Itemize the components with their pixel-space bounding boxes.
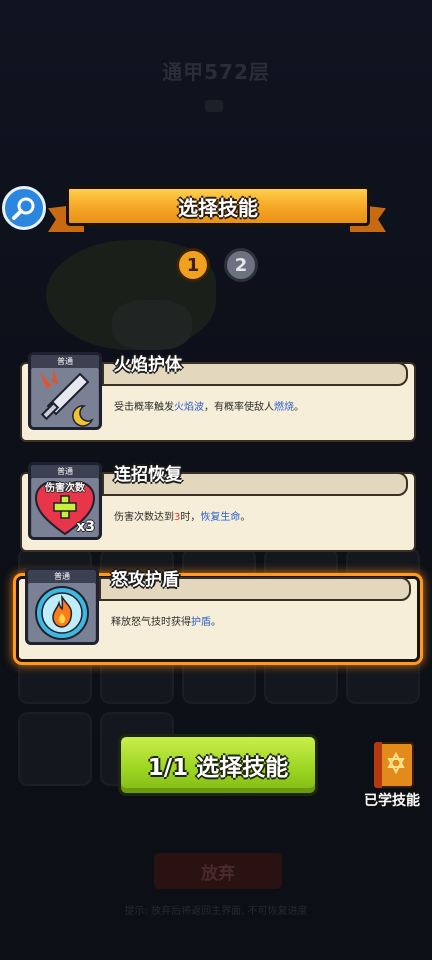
skill-card[interactable]: 普通 火焰护体 受击概率触发火焰波，有概率使敌人燃烧。 [20,352,416,442]
skill-description: 受击概率触发火焰波，有概率使敌人燃烧。 [114,402,304,413]
confirm-select-skill-button[interactable]: 1/1 选择技能 [118,734,318,796]
skill-description: 释放怒气技时获得护盾。 [111,617,221,628]
combo-count-badge: x3 [76,519,95,535]
floor-indicator [205,100,223,112]
skill-name: 怒攻护盾 [111,570,179,590]
skill-name: 火焰护体 [114,355,182,375]
page-indicator-1[interactable]: 1 [176,248,210,282]
page-indicator-2[interactable]: 2 [224,248,258,282]
flame-shield-icon [29,583,95,642]
skill-select-title: 选择技能 [66,186,370,226]
creature-silhouette [112,300,192,350]
icon-caption: 伤害次数 [45,483,85,494]
skill-description: 伤害次数达到3时，恢复生命。 [114,512,251,523]
learned-skills-label[interactable]: 已学技能 [352,790,432,810]
rarity-tag: 普通 [28,570,96,584]
quit-button: 放弃 [154,853,282,889]
rarity-tag: 普通 [31,465,99,479]
floor-title: 通甲572层 [162,60,270,84]
skill-icon-frame: 普通 [28,352,102,430]
skill-icon-frame: 普通 伤害次数 x3 [28,462,102,540]
sword-flame-moon-icon [32,368,98,427]
skill-icon-frame: 普通 [25,567,99,645]
quit-hint: 提示: 放弃后将返回主界面, 不可恢复进度 [124,906,308,917]
rarity-tag: 普通 [31,355,99,369]
magnifier-button[interactable] [2,186,46,230]
magnifier-icon [12,197,35,220]
hexagram-book-icon [387,751,405,775]
learned-skills-button[interactable] [374,742,414,788]
skill-name: 连招恢复 [114,465,182,485]
skill-card[interactable]: 普通 伤害次数 x3 连招恢复 伤害次数达到3时，恢复生命。 [20,462,416,552]
skill-card-selected[interactable]: 普通 怒攻护盾 释放怒气技时获得护盾。 [16,567,420,662]
